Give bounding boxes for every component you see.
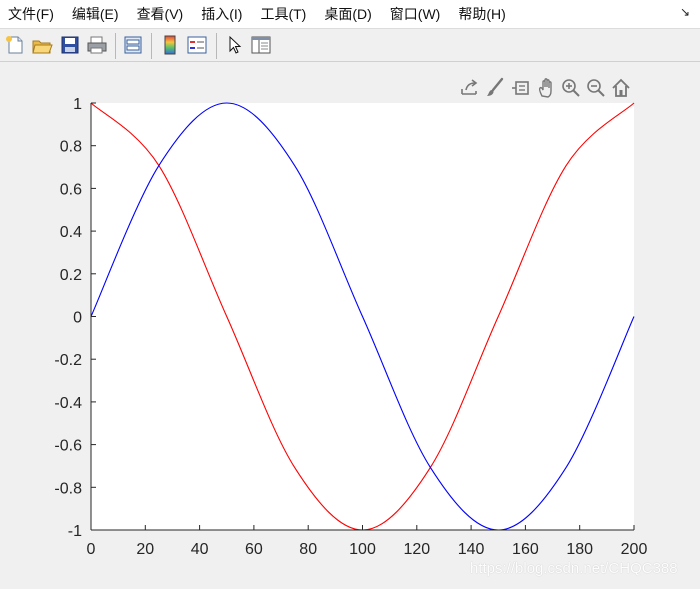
x-tick-label: 80 <box>299 541 317 558</box>
y-tick-label: 0 <box>73 310 82 327</box>
x-tick-label: 180 <box>566 541 593 558</box>
y-tick-label: 1 <box>73 96 82 113</box>
y-tick-label: 0.4 <box>60 224 82 241</box>
watermark-text: https://blog.csdn.net/CHQC388 <box>470 560 678 577</box>
y-tick-label: 0.2 <box>60 267 82 284</box>
x-tick-label: 120 <box>403 541 430 558</box>
x-tick-label: 160 <box>512 541 539 558</box>
y-tick-label: 0.8 <box>60 139 82 156</box>
x-tick-label: 40 <box>191 541 209 558</box>
y-tick-label: -0.2 <box>54 352 82 369</box>
x-tick-label: 60 <box>245 541 263 558</box>
y-tick-label: -0.4 <box>54 395 82 412</box>
x-tick-label: 0 <box>87 541 96 558</box>
x-tick-label: 20 <box>136 541 154 558</box>
y-tick-label: 0.6 <box>60 181 82 198</box>
y-tick-label: -1 <box>68 523 82 540</box>
line-chart: 0 20 40 60 80 100 120 140 160 180 200 -1 -0.8 -0.6 -0.… <box>54 96 648 558</box>
x-tick-label: 140 <box>458 541 485 558</box>
y-tick-label: -0.6 <box>54 438 82 455</box>
x-tick-label: 100 <box>349 541 376 558</box>
x-tick-label: 200 <box>621 541 648 558</box>
y-tick-label: -0.8 <box>54 480 82 497</box>
